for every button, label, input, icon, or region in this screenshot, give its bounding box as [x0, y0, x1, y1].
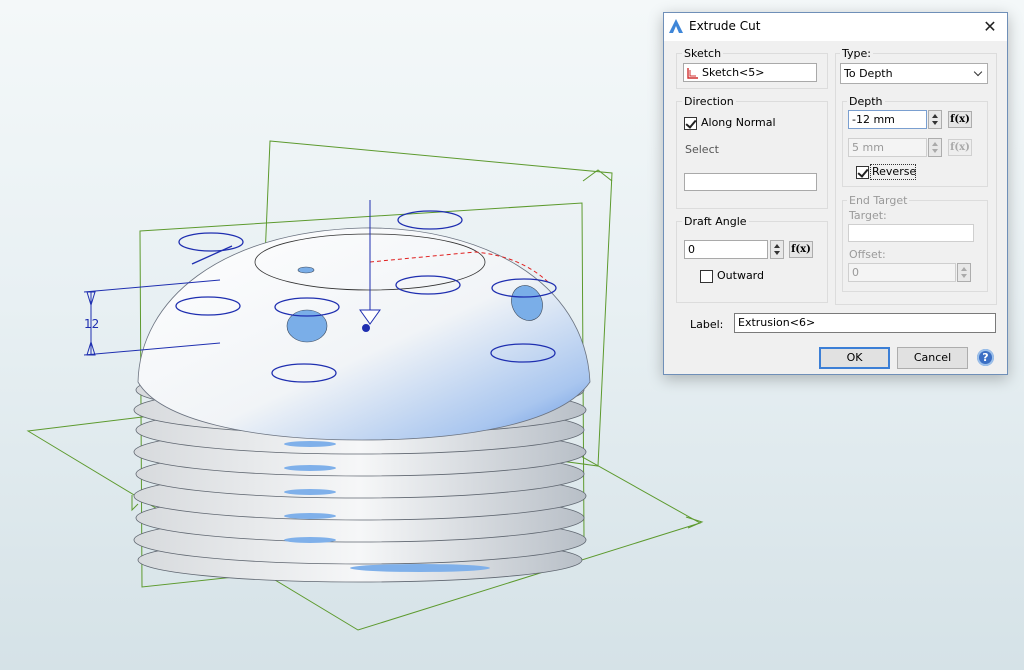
end-target-label: End Target [847, 194, 910, 207]
reverse-checkbox[interactable] [856, 166, 869, 179]
dialog-titlebar[interactable]: Extrude Cut ✕ [664, 13, 1007, 41]
type-dropdown[interactable]: To Depth [840, 63, 988, 84]
part-dome [137, 227, 591, 441]
direction-select-field[interactable] [684, 173, 817, 191]
draft-angle-label: Draft Angle [682, 215, 749, 228]
depth-spinner[interactable] [928, 110, 942, 129]
draft-angle-group [676, 221, 828, 303]
feature-label-caption: Label: [690, 318, 724, 331]
app-logo-icon [669, 19, 683, 33]
second-depth-spinner [928, 138, 942, 157]
feature-label-input[interactable]: Extrusion<6> [734, 313, 996, 333]
sketch-icon [687, 68, 698, 79]
offset-input: 0 [848, 263, 956, 282]
draft-angle-input[interactable]: 0 [684, 240, 768, 259]
along-normal-label: Along Normal [701, 116, 776, 129]
draft-angle-formula-button[interactable]: f(x) [789, 241, 813, 258]
direction-group-label: Direction [682, 95, 736, 108]
type-label: Type: [840, 47, 873, 60]
along-normal-checkbox[interactable] [684, 117, 697, 130]
offset-label: Offset: [849, 248, 886, 261]
help-icon[interactable]: ? [977, 349, 994, 366]
cancel-button[interactable]: Cancel [897, 347, 968, 369]
ok-button[interactable]: OK [819, 347, 890, 369]
target-field [848, 224, 974, 242]
depth-label: Depth [847, 95, 885, 108]
sketch-field[interactable]: Sketch<5> [683, 63, 817, 82]
outward-label: Outward [717, 269, 764, 282]
offset-spinner [957, 263, 971, 282]
outward-checkbox[interactable] [700, 270, 713, 283]
depth-input[interactable]: -12 mm [848, 110, 927, 129]
dialog-title: Extrude Cut [689, 19, 761, 33]
second-depth-input: 5 mm [848, 138, 927, 157]
close-icon[interactable]: ✕ [973, 13, 1007, 41]
extrude-cut-dialog: Extrude Cut ✕ Sketch Sketch<5> Direction… [663, 12, 1008, 375]
target-label: Target: [849, 209, 887, 222]
sketch-group-label: Sketch [682, 47, 724, 60]
depth-formula-button[interactable]: f(x) [948, 111, 972, 128]
second-depth-formula-button: f(x) [948, 139, 972, 156]
select-label: Select [685, 143, 719, 156]
reverse-label: Reverse [872, 165, 917, 178]
sketch-value: Sketch<5> [702, 66, 765, 79]
dimension-value[interactable]: 12 [84, 317, 99, 331]
chevron-down-icon [973, 67, 983, 77]
draft-angle-spinner[interactable] [770, 240, 784, 259]
